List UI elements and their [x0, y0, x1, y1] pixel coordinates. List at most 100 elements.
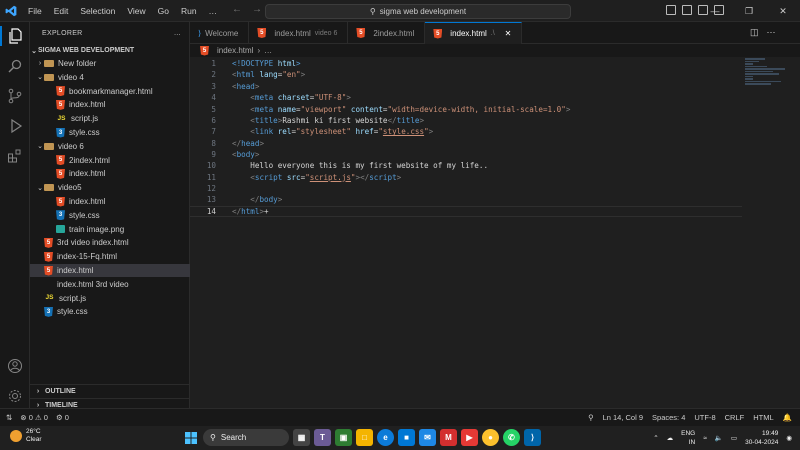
- restore-button[interactable]: ❐: [732, 0, 766, 22]
- menu-item[interactable]: Edit: [48, 0, 75, 22]
- file-item[interactable]: 5 index.html: [30, 195, 190, 208]
- manage-gear-icon[interactable]: [5, 386, 25, 406]
- file-item[interactable]: 5 index-15-Fq.html: [30, 250, 190, 263]
- indentation[interactable]: Spaces: 4: [652, 413, 685, 422]
- taskbar-search[interactable]: ⚲ Search: [203, 429, 289, 446]
- code-line[interactable]: 5 <meta name="viewport" content="width=d…: [190, 103, 742, 114]
- chevron-up-icon[interactable]: ⌃: [653, 434, 658, 442]
- encoding[interactable]: UTF-8: [694, 413, 715, 422]
- outline-section[interactable]: › OUTLINE: [30, 384, 190, 397]
- ports-indicator[interactable]: ⚙ 0: [56, 413, 69, 422]
- mail-icon[interactable]: ✉: [419, 429, 436, 446]
- volume-icon[interactable]: 🔈: [715, 434, 723, 442]
- toggle-primary-sidebar-icon[interactable]: [666, 5, 676, 15]
- menu-item[interactable]: …: [203, 0, 224, 22]
- folder-item[interactable]: › New folder: [30, 57, 190, 70]
- youtube-icon[interactable]: ▶: [461, 429, 478, 446]
- menu-item[interactable]: Go: [152, 0, 175, 22]
- clock[interactable]: 19:49 30-04-2024: [745, 429, 778, 447]
- file-item[interactable]: 3 style.css: [30, 126, 190, 139]
- file-item[interactable]: JS script.js: [30, 292, 190, 305]
- notifications-bell-icon[interactable]: 🔔: [783, 413, 792, 422]
- menu-item[interactable]: File: [22, 0, 48, 22]
- file-item[interactable]: 3 style.css: [30, 209, 190, 222]
- code-line[interactable]: 1 <!DOCTYPE html>: [190, 58, 742, 69]
- zoom-icon[interactable]: ⚲: [588, 413, 594, 422]
- file-item[interactable]: 5 3rd video index.html: [30, 236, 190, 249]
- weather-widget[interactable]: 26°C Clear: [10, 428, 42, 444]
- notification-icon[interactable]: ◉: [786, 434, 792, 442]
- language-mode[interactable]: HTML: [753, 413, 773, 422]
- arrow-right-icon[interactable]: →: [252, 4, 262, 15]
- cursor-position[interactable]: Ln 14, Col 9: [603, 413, 643, 422]
- code-line[interactable]: 7 <link rel="stylesheet" href="style.css…: [190, 126, 742, 137]
- code-line[interactable]: 9 <body>: [190, 149, 742, 160]
- file-item[interactable]: 5 index.html: [30, 264, 190, 277]
- split-editor-icon[interactable]: ◫: [750, 27, 759, 38]
- teams-icon[interactable]: T: [314, 429, 331, 446]
- file-item[interactable]: 3 style.css: [30, 305, 190, 318]
- workspace-header[interactable]: ⌄ SIGMA WEB DEVELOPMENT: [30, 44, 190, 57]
- editor-tab[interactable]: 5 index.html .\ ✕: [425, 22, 523, 44]
- end-of-line[interactable]: CRLF: [725, 413, 745, 422]
- photos-icon[interactable]: ▣: [335, 429, 352, 446]
- breadcrumb-symbol[interactable]: …: [264, 46, 272, 55]
- file-explorer-icon[interactable]: □: [356, 429, 373, 446]
- file-item[interactable]: index.html 3rd video: [30, 278, 190, 291]
- menu-item[interactable]: View: [121, 0, 151, 22]
- task-view-icon[interactable]: ▦: [293, 429, 310, 446]
- problems-indicator[interactable]: ⊗ 0 ⚠ 0: [20, 413, 48, 422]
- cloud-icon[interactable]: ☁: [667, 434, 674, 442]
- code-line[interactable]: 12: [190, 183, 742, 194]
- code-line[interactable]: 10 Hello everyone this is my first websi…: [190, 160, 742, 171]
- code-line[interactable]: 14 </html>+: [190, 205, 742, 217]
- code-line[interactable]: 13 </body>: [190, 194, 742, 205]
- code-line[interactable]: 6 <title>Rashmi ki first website</title>: [190, 115, 742, 126]
- breadcrumb-file[interactable]: index.html: [217, 46, 253, 55]
- code-line[interactable]: 3 <head>: [190, 81, 742, 92]
- command-center-search[interactable]: ⚲ sigma web development: [265, 4, 571, 19]
- code-line[interactable]: 8 </head>: [190, 137, 742, 148]
- folder-item[interactable]: ⌄ video 6: [30, 140, 190, 153]
- microsoft-store-icon[interactable]: ■: [398, 429, 415, 446]
- folder-item[interactable]: ⌄ video 4: [30, 71, 190, 84]
- chrome-icon[interactable]: ●: [482, 429, 499, 446]
- menu-item[interactable]: Selection: [74, 0, 121, 22]
- windows-start-icon[interactable]: [182, 429, 199, 446]
- code-line[interactable]: 11 <script src="script.js"></script>: [190, 172, 742, 183]
- code-line[interactable]: 4 <meta charset="UTF-8">: [190, 92, 742, 103]
- menu-item[interactable]: Run: [175, 0, 203, 22]
- toggle-panel-icon[interactable]: [682, 5, 692, 15]
- battery-icon[interactable]: ▭: [731, 434, 737, 442]
- extensions-icon[interactable]: [5, 146, 25, 166]
- run-debug-icon[interactable]: [5, 116, 25, 136]
- explorer-icon[interactable]: [0, 26, 25, 46]
- more-actions-icon[interactable]: …: [174, 30, 181, 37]
- minimap[interactable]: [745, 57, 789, 97]
- minimize-button[interactable]: —: [698, 0, 732, 22]
- editor-tab[interactable]: 5 2index.html: [348, 22, 426, 44]
- file-item[interactable]: train image.png: [30, 223, 190, 236]
- code-editor[interactable]: 1 <!DOCTYPE html> 2 <html lang="en"> 3 <head>…: [190, 57, 800, 408]
- language-indicator[interactable]: ENG IN: [681, 429, 695, 447]
- editor-tab[interactable]: 5 index.html video 6: [249, 22, 349, 44]
- arrow-left-icon[interactable]: ←: [232, 4, 242, 15]
- code-line[interactable]: 2 <html lang="en">: [190, 69, 742, 80]
- file-item[interactable]: 5 index.html: [30, 98, 190, 111]
- edge-icon[interactable]: e: [377, 429, 394, 446]
- close-icon[interactable]: ✕: [505, 29, 512, 38]
- close-window-button[interactable]: ✕: [766, 0, 800, 22]
- file-item[interactable]: JS script.js: [30, 112, 190, 125]
- search-icon[interactable]: [5, 56, 25, 76]
- more-actions-icon[interactable]: ⋯: [767, 27, 776, 38]
- file-item[interactable]: 5 2index.html: [30, 154, 190, 167]
- wifi-icon[interactable]: ≈: [703, 435, 707, 442]
- file-item[interactable]: 5 index.html: [30, 167, 190, 180]
- mcafee-icon[interactable]: M: [440, 429, 457, 446]
- source-control-icon[interactable]: [5, 86, 25, 106]
- account-icon[interactable]: [5, 356, 25, 376]
- folder-item[interactable]: ⌄ video5: [30, 181, 190, 194]
- editor-tab[interactable]: ⟩ Welcome: [190, 22, 250, 44]
- whatsapp-icon[interactable]: ✆: [503, 429, 520, 446]
- vscode-taskbar-icon[interactable]: ⟩: [524, 429, 541, 446]
